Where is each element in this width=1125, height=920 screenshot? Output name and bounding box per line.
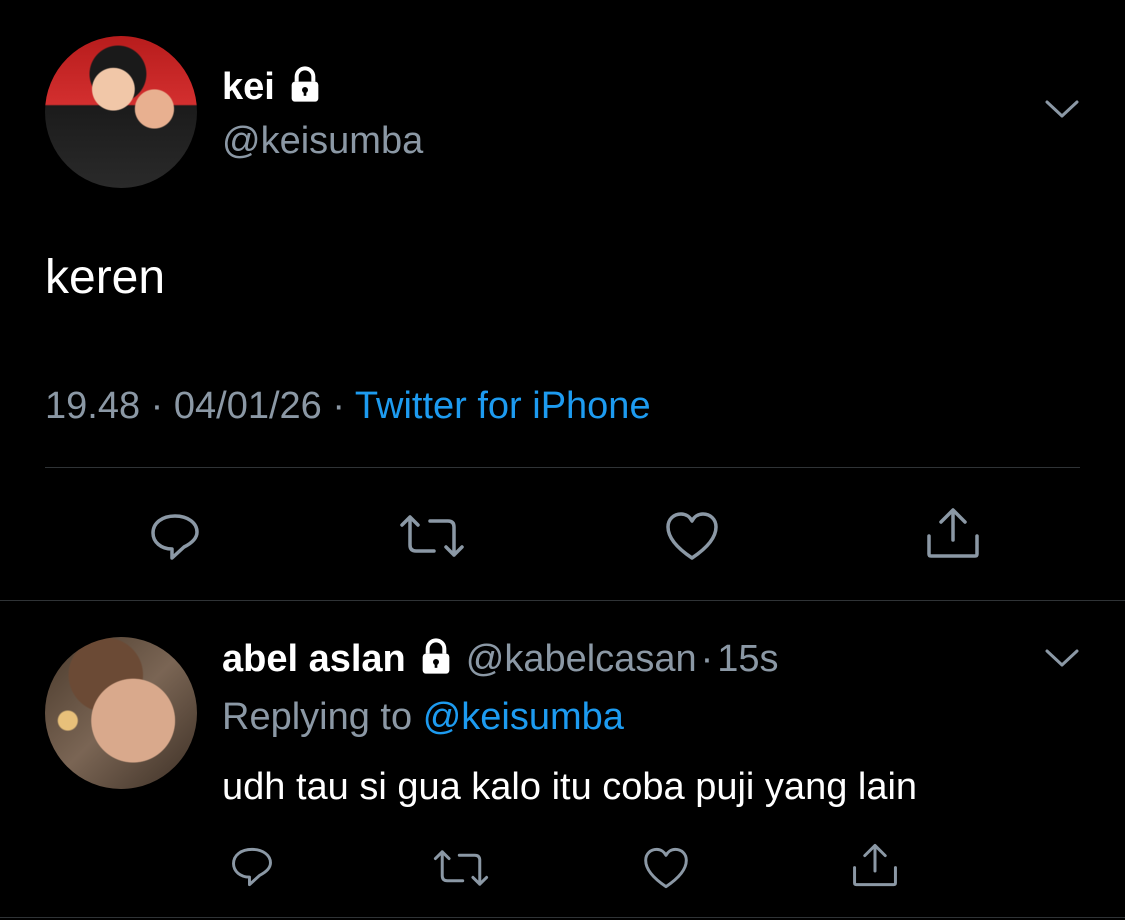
reply-separator: · [700,637,714,680]
chevron-down-icon[interactable] [1044,647,1080,671]
reply-text: udh tau si gua kalo itu coba puji yang l… [222,766,918,808]
lock-icon [285,65,325,110]
tweet-date: 04/01/26 [173,385,322,427]
meta-separator: · [150,385,164,427]
retweet-icon[interactable] [432,848,490,888]
retweet-icon[interactable] [398,513,466,559]
replying-to-label: Replying to [222,696,413,738]
reply-icon[interactable] [148,512,202,562]
lock-icon [416,637,456,682]
meta-separator: · [332,385,346,427]
author-avatar[interactable] [45,36,197,188]
author-name-row: kei [222,64,325,110]
chevron-down-icon[interactable] [1044,98,1080,122]
divider [45,467,1080,468]
reply-author-name[interactable]: abel aslan [222,638,406,681]
reply-author-avatar[interactable] [45,637,197,789]
author-handle[interactable]: @keisumba [222,120,423,163]
author-name[interactable]: kei [222,66,275,109]
reply-author-handle[interactable]: @kabelcasan [466,638,697,681]
share-icon[interactable] [850,842,900,888]
tweet-time: 19.48 [45,385,141,427]
tweet-meta: 19.48 · 04/01/26 · Twitter for iPhone [45,385,651,428]
reply-time: 15s [717,637,779,680]
tweet-source-link[interactable]: Twitter for iPhone [355,385,651,427]
like-icon[interactable] [642,846,690,890]
divider [0,600,1125,601]
replying-to-line: Replying to @keisumba [222,696,624,739]
tweet-text: keren [45,251,166,304]
divider [0,917,1125,918]
reply-header: abel aslan @kabelcasan · 15s [222,636,779,682]
reply-icon[interactable] [229,846,275,888]
like-icon[interactable] [664,510,720,562]
replying-to-handle[interactable]: @keisumba [423,696,624,738]
share-icon[interactable] [924,506,982,560]
